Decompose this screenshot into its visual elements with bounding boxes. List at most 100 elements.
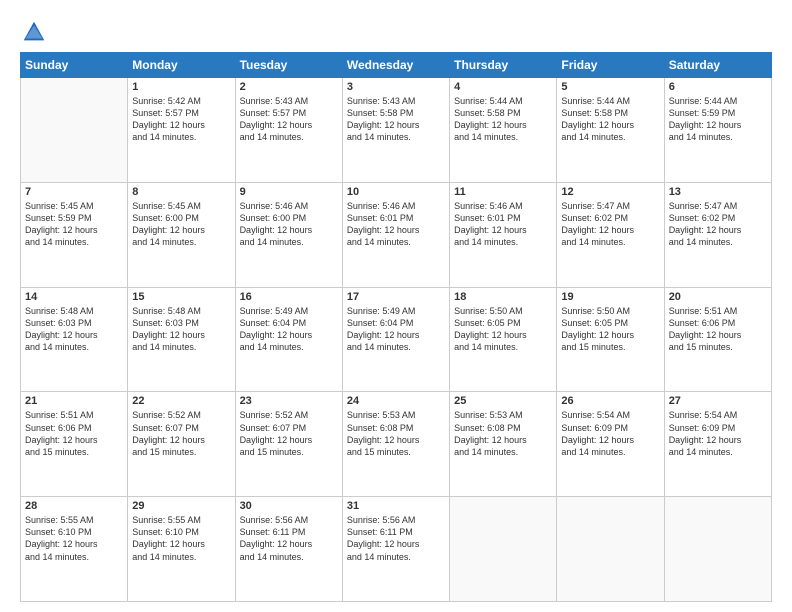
calendar-cell: 5 Sunrise: 5:44 AM Sunset: 5:58 PM Daylig… [557,78,664,183]
cell-content: Sunrise: 5:46 AM Sunset: 6:01 PM Dayligh… [454,200,552,249]
cell-content: Sunrise: 5:52 AM Sunset: 6:07 PM Dayligh… [132,409,230,458]
day-number: 20 [669,291,767,303]
day-number: 25 [454,395,552,407]
cell-content: Sunrise: 5:50 AM Sunset: 6:05 PM Dayligh… [454,305,552,354]
calendar-cell: 30 Sunrise: 5:56 AM Sunset: 6:11 PM Dayli… [235,497,342,602]
cell-content: Sunrise: 5:47 AM Sunset: 6:02 PM Dayligh… [561,200,659,249]
cell-content: Sunrise: 5:51 AM Sunset: 6:06 PM Dayligh… [25,409,123,458]
day-number: 29 [132,500,230,512]
calendar-cell: 16Sunrise: 5:49 AM Sunset: 6:04 PM Dayli… [235,287,342,392]
calendar-cell: 14 Sunrise: 5:48 AM Sunset: 6:03 PM Dayli… [21,287,128,392]
cell-content: Sunrise: 5:45 AM Sunset: 6:00 PM Dayligh… [132,200,230,249]
calendar-cell: 7 Sunrise: 5:45 AM Sunset: 5:59 PM Daylig… [21,182,128,287]
day-number: 13 [669,186,767,198]
cell-content: Sunrise: 5:45 AM Sunset: 5:59 PM Dayligh… [25,200,123,249]
day-number: 30 [240,500,338,512]
calendar-cell: 19 Sunrise: 5:50 AM Sunset: 6:05 PM Dayli… [557,287,664,392]
calendar-week-row: 28Sunrise: 5:55 AM Sunset: 6:10 PM Dayli… [21,497,772,602]
cell-content: Sunrise: 5:49 AM Sunset: 6:04 PM Dayligh… [240,305,338,354]
day-number: 9 [240,186,338,198]
calendar-cell: 12 Sunrise: 5:47 AM Sunset: 6:02 PM Dayli… [557,182,664,287]
calendar-cell: 4 Sunrise: 5:44 AM Sunset: 5:58 PM Daylig… [450,78,557,183]
calendar-cell: 21 Sunrise: 5:51 AM Sunset: 6:06 PM Dayli… [21,392,128,497]
day-number: 3 [347,81,445,93]
calendar-cell [450,497,557,602]
cell-content: Sunrise: 5:55 AM Sunset: 6:10 PM Dayligh… [132,514,230,563]
day-number: 8 [132,186,230,198]
day-number: 15 [132,291,230,303]
cell-content: Sunrise: 5:46 AM Sunset: 6:00 PM Dayligh… [240,200,338,249]
calendar-week-row: 14 Sunrise: 5:48 AM Sunset: 6:03 PM Dayli… [21,287,772,392]
calendar-week-row: 7 Sunrise: 5:45 AM Sunset: 5:59 PM Daylig… [21,182,772,287]
day-number: 26 [561,395,659,407]
calendar-cell: 17Sunrise: 5:49 AM Sunset: 6:04 PM Dayli… [342,287,449,392]
calendar-cell: 1 Sunrise: 5:42 AM Sunset: 5:57 PM Daylig… [128,78,235,183]
calendar-cell: 24Sunrise: 5:53 AM Sunset: 6:08 PM Dayli… [342,392,449,497]
calendar-cell: 3 Sunrise: 5:43 AM Sunset: 5:58 PM Daylig… [342,78,449,183]
calendar-cell: 8 Sunrise: 5:45 AM Sunset: 6:00 PM Daylig… [128,182,235,287]
calendar-cell: 11 Sunrise: 5:46 AM Sunset: 6:01 PM Dayli… [450,182,557,287]
cell-content: Sunrise: 5:49 AM Sunset: 6:04 PM Dayligh… [347,305,445,354]
cell-content: Sunrise: 5:53 AM Sunset: 6:08 PM Dayligh… [454,409,552,458]
day-number: 7 [25,186,123,198]
calendar-cell: 9 Sunrise: 5:46 AM Sunset: 6:00 PM Daylig… [235,182,342,287]
cell-content: Sunrise: 5:54 AM Sunset: 6:09 PM Dayligh… [669,409,767,458]
calendar-cell: 18Sunrise: 5:50 AM Sunset: 6:05 PM Dayli… [450,287,557,392]
logo-icon [20,18,48,46]
page: SundayMondayTuesdayWednesdayThursdayFrid… [0,0,792,612]
day-number: 31 [347,500,445,512]
cell-content: Sunrise: 5:44 AM Sunset: 5:58 PM Dayligh… [454,95,552,144]
cell-content: Sunrise: 5:55 AM Sunset: 6:10 PM Dayligh… [25,514,123,563]
calendar-day-header: Monday [128,53,235,78]
cell-content: Sunrise: 5:48 AM Sunset: 6:03 PM Dayligh… [25,305,123,354]
calendar-cell: 13 Sunrise: 5:47 AM Sunset: 6:02 PM Dayli… [664,182,771,287]
cell-content: Sunrise: 5:47 AM Sunset: 6:02 PM Dayligh… [669,200,767,249]
calendar-day-header: Tuesday [235,53,342,78]
cell-content: Sunrise: 5:42 AM Sunset: 5:57 PM Dayligh… [132,95,230,144]
logo [20,18,52,46]
cell-content: Sunrise: 5:43 AM Sunset: 5:57 PM Dayligh… [240,95,338,144]
calendar-cell: 26 Sunrise: 5:54 AM Sunset: 6:09 PM Dayli… [557,392,664,497]
day-number: 6 [669,81,767,93]
day-number: 23 [240,395,338,407]
calendar-week-row: 21 Sunrise: 5:51 AM Sunset: 6:06 PM Dayli… [21,392,772,497]
calendar-table: SundayMondayTuesdayWednesdayThursdayFrid… [20,52,772,602]
calendar-cell: 28Sunrise: 5:55 AM Sunset: 6:10 PM Dayli… [21,497,128,602]
day-number: 5 [561,81,659,93]
cell-content: Sunrise: 5:48 AM Sunset: 6:03 PM Dayligh… [132,305,230,354]
header [20,18,772,46]
day-number: 4 [454,81,552,93]
day-number: 14 [25,291,123,303]
calendar-week-row: 1 Sunrise: 5:42 AM Sunset: 5:57 PM Daylig… [21,78,772,183]
cell-content: Sunrise: 5:51 AM Sunset: 6:06 PM Dayligh… [669,305,767,354]
calendar-day-header: Sunday [21,53,128,78]
day-number: 21 [25,395,123,407]
calendar-day-header: Friday [557,53,664,78]
cell-content: Sunrise: 5:54 AM Sunset: 6:09 PM Dayligh… [561,409,659,458]
calendar-cell: 6Sunrise: 5:44 AM Sunset: 5:59 PM Daylig… [664,78,771,183]
calendar-header-row: SundayMondayTuesdayWednesdayThursdayFrid… [21,53,772,78]
calendar-day-header: Wednesday [342,53,449,78]
calendar-cell: 31Sunrise: 5:56 AM Sunset: 6:11 PM Dayli… [342,497,449,602]
day-number: 10 [347,186,445,198]
day-number: 22 [132,395,230,407]
day-number: 12 [561,186,659,198]
calendar-cell [557,497,664,602]
day-number: 27 [669,395,767,407]
calendar-cell [21,78,128,183]
day-number: 1 [132,81,230,93]
cell-content: Sunrise: 5:44 AM Sunset: 5:58 PM Dayligh… [561,95,659,144]
cell-content: Sunrise: 5:43 AM Sunset: 5:58 PM Dayligh… [347,95,445,144]
calendar-day-header: Saturday [664,53,771,78]
calendar-cell: 27 Sunrise: 5:54 AM Sunset: 6:09 PM Dayli… [664,392,771,497]
day-number: 11 [454,186,552,198]
calendar-cell: 23 Sunrise: 5:52 AM Sunset: 6:07 PM Dayli… [235,392,342,497]
cell-content: Sunrise: 5:52 AM Sunset: 6:07 PM Dayligh… [240,409,338,458]
calendar-cell: 10 Sunrise: 5:46 AM Sunset: 6:01 PM Dayli… [342,182,449,287]
day-number: 2 [240,81,338,93]
cell-content: Sunrise: 5:46 AM Sunset: 6:01 PM Dayligh… [347,200,445,249]
day-number: 19 [561,291,659,303]
calendar-cell: 2 Sunrise: 5:43 AM Sunset: 5:57 PM Daylig… [235,78,342,183]
cell-content: Sunrise: 5:56 AM Sunset: 6:11 PM Dayligh… [240,514,338,563]
cell-content: Sunrise: 5:50 AM Sunset: 6:05 PM Dayligh… [561,305,659,354]
